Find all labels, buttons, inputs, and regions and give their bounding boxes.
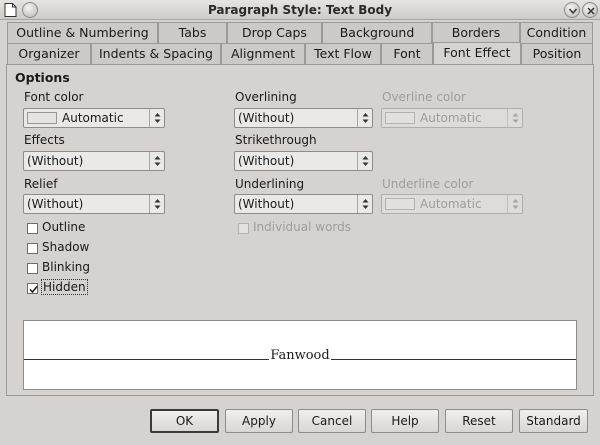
outline-label[interactable]: Outline bbox=[42, 220, 85, 234]
tab-drop-caps[interactable]: Drop Caps bbox=[227, 22, 322, 43]
tab-font-effect[interactable]: Font Effect bbox=[433, 42, 521, 64]
close-button[interactable] bbox=[582, 2, 598, 18]
blinking-checkbox[interactable] bbox=[27, 263, 38, 274]
font-color-value: Automatic bbox=[62, 111, 124, 125]
overline-color-swatch bbox=[385, 112, 415, 124]
tab-background[interactable]: Background bbox=[322, 22, 432, 43]
underlining-dropdown[interactable]: (Without) bbox=[234, 194, 373, 214]
underline-color-value: Automatic bbox=[420, 197, 482, 211]
window-title: Paragraph Style: Text Body bbox=[207, 3, 393, 17]
ok-button[interactable]: OK bbox=[150, 409, 219, 433]
overline-color-value: Automatic bbox=[420, 111, 482, 125]
tab-position[interactable]: Position bbox=[521, 43, 593, 64]
relief-dropdown[interactable]: (Without) bbox=[23, 194, 165, 214]
overlining-label: Overlining bbox=[235, 90, 297, 104]
relief-value: (Without) bbox=[27, 197, 84, 211]
tab-outline-numbering[interactable]: Outline & Numbering bbox=[7, 22, 158, 43]
reset-button[interactable]: Reset bbox=[445, 409, 513, 433]
tab-condition[interactable]: Condition bbox=[520, 22, 593, 43]
tab-tabs[interactable]: Tabs bbox=[158, 22, 227, 43]
underlining-value: (Without) bbox=[238, 197, 295, 211]
font-color-swatch bbox=[27, 112, 57, 124]
strikethrough-dropdown[interactable]: (Without) bbox=[234, 151, 373, 171]
individual-words-checkbox[interactable] bbox=[238, 223, 249, 234]
effects-label: Effects bbox=[24, 133, 65, 147]
checkmark-icon bbox=[29, 286, 38, 294]
overlining-value: (Without) bbox=[238, 111, 295, 125]
effects-dropdown[interactable]: (Without) bbox=[23, 151, 165, 171]
overlining-dropdown[interactable]: (Without) bbox=[234, 108, 373, 128]
underline-color-label: Underline color bbox=[382, 177, 474, 191]
hidden-label[interactable]: Hidden bbox=[41, 279, 88, 295]
underlining-label: Underlining bbox=[235, 177, 305, 191]
spin-arrows-icon bbox=[507, 109, 522, 127]
font-preview: Fanwood bbox=[23, 320, 577, 390]
cancel-button[interactable]: Cancel bbox=[298, 409, 366, 433]
strikethrough-label: Strikethrough bbox=[235, 133, 317, 147]
overline-color-label: Overline color bbox=[382, 90, 466, 104]
apply-button[interactable]: Apply bbox=[225, 409, 293, 433]
spin-arrows-icon bbox=[149, 195, 164, 213]
options-heading: Options bbox=[15, 70, 70, 85]
tab-alignment[interactable]: Alignment bbox=[221, 43, 305, 64]
spin-arrows-icon bbox=[357, 195, 372, 213]
tab-indents-spacing[interactable]: Indents & Spacing bbox=[91, 43, 221, 64]
help-button[interactable]: Help bbox=[371, 409, 439, 433]
spin-arrows-icon bbox=[507, 195, 522, 213]
outline-checkbox[interactable] bbox=[27, 223, 38, 234]
shadow-checkbox[interactable] bbox=[27, 243, 38, 254]
underline-color-swatch bbox=[385, 198, 415, 210]
standard-button[interactable]: Standard bbox=[519, 409, 588, 433]
tab-borders[interactable]: Borders bbox=[432, 22, 520, 43]
spin-arrows-icon bbox=[149, 109, 164, 127]
tab-text-flow[interactable]: Text Flow bbox=[305, 43, 381, 64]
hidden-checkbox[interactable] bbox=[27, 283, 38, 294]
individual-words-label: Individual words bbox=[253, 220, 352, 234]
effects-value: (Without) bbox=[27, 154, 84, 168]
shadow-label[interactable]: Shadow bbox=[42, 240, 89, 254]
underline-color-dropdown[interactable]: Automatic bbox=[381, 194, 523, 214]
tab-organizer[interactable]: Organizer bbox=[7, 43, 91, 64]
font-color-label: Font color bbox=[24, 90, 84, 104]
overline-color-dropdown[interactable]: Automatic bbox=[381, 108, 523, 128]
spin-arrows-icon bbox=[357, 109, 372, 127]
preview-text: Fanwood bbox=[269, 348, 331, 363]
strikethrough-value: (Without) bbox=[238, 154, 295, 168]
minimize-button[interactable] bbox=[564, 2, 580, 18]
blinking-label[interactable]: Blinking bbox=[42, 260, 90, 274]
relief-label: Relief bbox=[24, 177, 58, 191]
spin-arrows-icon bbox=[357, 152, 372, 170]
font-color-dropdown[interactable]: Automatic bbox=[23, 108, 165, 128]
spin-arrows-icon bbox=[149, 152, 164, 170]
window-menu-button[interactable] bbox=[22, 2, 38, 18]
tab-font[interactable]: Font bbox=[381, 43, 433, 64]
